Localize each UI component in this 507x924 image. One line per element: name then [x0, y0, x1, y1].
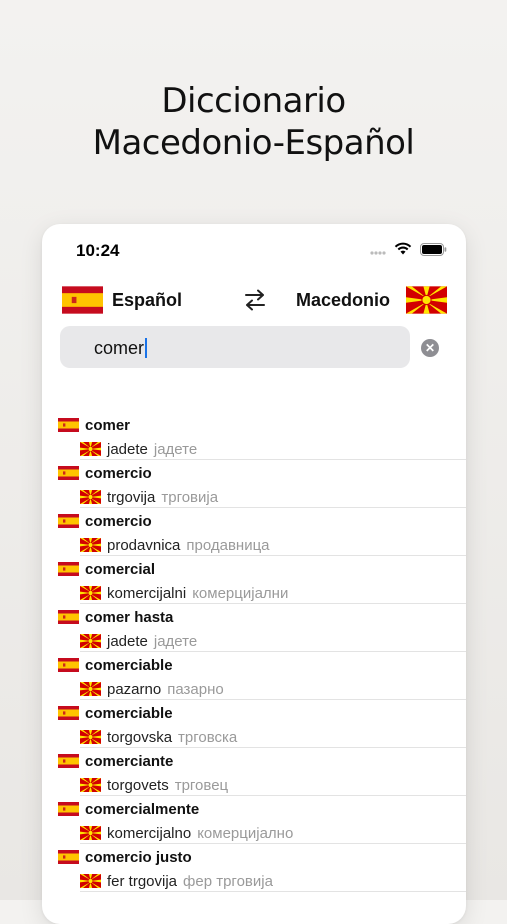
- macedonia-flag-icon: [80, 490, 101, 504]
- cellular-signal-icon: [370, 251, 386, 255]
- list-item[interactable]: comercial komercijalni комерцијални: [42, 556, 466, 604]
- list-item[interactable]: comercio justo fer trgovija фер трговија: [42, 844, 466, 892]
- status-time: 10:24: [76, 241, 120, 260]
- macedonian-cyrillic: трговец: [174, 777, 229, 794]
- spain-flag-icon: [58, 514, 79, 528]
- macedonia-flag-icon: [80, 682, 101, 696]
- text-cursor: [145, 338, 148, 358]
- spanish-term: comercio: [85, 513, 152, 530]
- macedonian-cyrillic: фер трговија: [183, 873, 273, 890]
- search-input[interactable]: comer: [60, 326, 410, 368]
- macedonian-latin: pazarno: [107, 681, 162, 698]
- spain-flag-icon: [58, 706, 79, 720]
- macedonia-flag-icon: [80, 778, 101, 792]
- macedonian-latin: jadete: [107, 441, 148, 458]
- macedonian-latin: komercijalno: [107, 825, 192, 842]
- source-language[interactable]: Español: [112, 290, 182, 311]
- macedonian-latin: torgovets: [107, 777, 169, 794]
- spain-flag-icon: [58, 466, 79, 480]
- macedonian-cyrillic: комерцијално: [197, 825, 294, 842]
- macedonia-flag-icon: [80, 826, 101, 840]
- list-item[interactable]: comercialmente komercijalno комерцијално: [42, 796, 466, 844]
- spain-flag-icon: [58, 610, 79, 624]
- macedonia-flag-icon: [80, 442, 101, 456]
- list-item[interactable]: comercio prodavnica продавница: [42, 508, 466, 556]
- macedonian-latin: jadete: [107, 633, 148, 650]
- spain-flag-icon: [58, 802, 79, 816]
- spanish-term: comercial: [85, 561, 156, 578]
- macedonian-cyrillic: јадете: [153, 441, 198, 458]
- list-item[interactable]: comerciable pazarno пазарно: [42, 652, 466, 700]
- spanish-term: comercio justo: [85, 849, 192, 866]
- divider: [80, 891, 466, 892]
- spanish-term: comerciable: [85, 705, 173, 722]
- spanish-term: comercio: [85, 465, 152, 482]
- promo-title: Diccionario Macedonio-Español: [0, 80, 507, 164]
- search-input-value: comer: [94, 338, 145, 358]
- spanish-term: comerciable: [85, 657, 173, 674]
- macedonia-flag-icon: [80, 634, 101, 648]
- battery-icon: [420, 243, 447, 256]
- spanish-term: comerciante: [85, 753, 174, 770]
- app-screen: 10:24 Español Macedonio comer ✕ comer ja…: [42, 224, 466, 924]
- macedonian-cyrillic: јадете: [153, 633, 198, 650]
- macedonian-latin: prodavnica: [107, 537, 181, 554]
- spanish-term: comercialmente: [85, 801, 200, 818]
- macedonian-latin: komercijalni: [107, 585, 187, 602]
- macedonian-cyrillic: пазарно: [167, 681, 224, 698]
- spanish-term: comer hasta: [85, 609, 174, 626]
- list-item[interactable]: comerciante torgovets трговец: [42, 748, 466, 796]
- promo-title-line1: Diccionario: [161, 81, 346, 121]
- promo-title-line2: Macedonio-Español: [92, 123, 415, 163]
- list-item[interactable]: comer jadete јадете: [42, 412, 466, 460]
- spain-flag-icon: [58, 418, 79, 432]
- swap-arrows-icon[interactable]: [242, 289, 268, 311]
- macedonian-latin: torgovska: [107, 729, 173, 746]
- spain-flag-icon: [58, 754, 79, 768]
- spain-flag-icon: [58, 562, 79, 576]
- spain-flag-icon: [58, 850, 79, 864]
- macedonian-cyrillic: трговија: [161, 489, 219, 506]
- macedonia-flag-icon: [80, 538, 101, 552]
- wifi-icon: [394, 242, 412, 255]
- macedonian-cyrillic: трговска: [178, 729, 238, 746]
- spain-flag-icon: [58, 658, 79, 672]
- macedonia-flag-icon[interactable]: [406, 286, 447, 314]
- clear-icon[interactable]: ✕: [421, 339, 439, 357]
- macedonian-latin: trgovija: [107, 489, 156, 506]
- results-list[interactable]: comer jadete јадете comercio trgovija тр…: [42, 412, 466, 892]
- list-item[interactable]: comerciable torgovska трговска: [42, 700, 466, 748]
- list-item[interactable]: comer hasta jadete јадете: [42, 604, 466, 652]
- spain-flag-icon[interactable]: [62, 286, 103, 314]
- macedonian-cyrillic: комерцијални: [192, 585, 289, 602]
- macedonian-latin: fer trgovija: [107, 873, 178, 890]
- language-bar: Español Macedonio: [42, 282, 466, 318]
- macedonia-flag-icon: [80, 730, 101, 744]
- list-item[interactable]: comercio trgovija трговија: [42, 460, 466, 508]
- macedonian-cyrillic: продавница: [186, 537, 270, 554]
- macedonia-flag-icon: [80, 874, 101, 888]
- status-bar: 10:24: [42, 224, 466, 272]
- spanish-term: comer: [85, 417, 131, 434]
- macedonia-flag-icon: [80, 586, 101, 600]
- target-language[interactable]: Macedonio: [296, 290, 390, 311]
